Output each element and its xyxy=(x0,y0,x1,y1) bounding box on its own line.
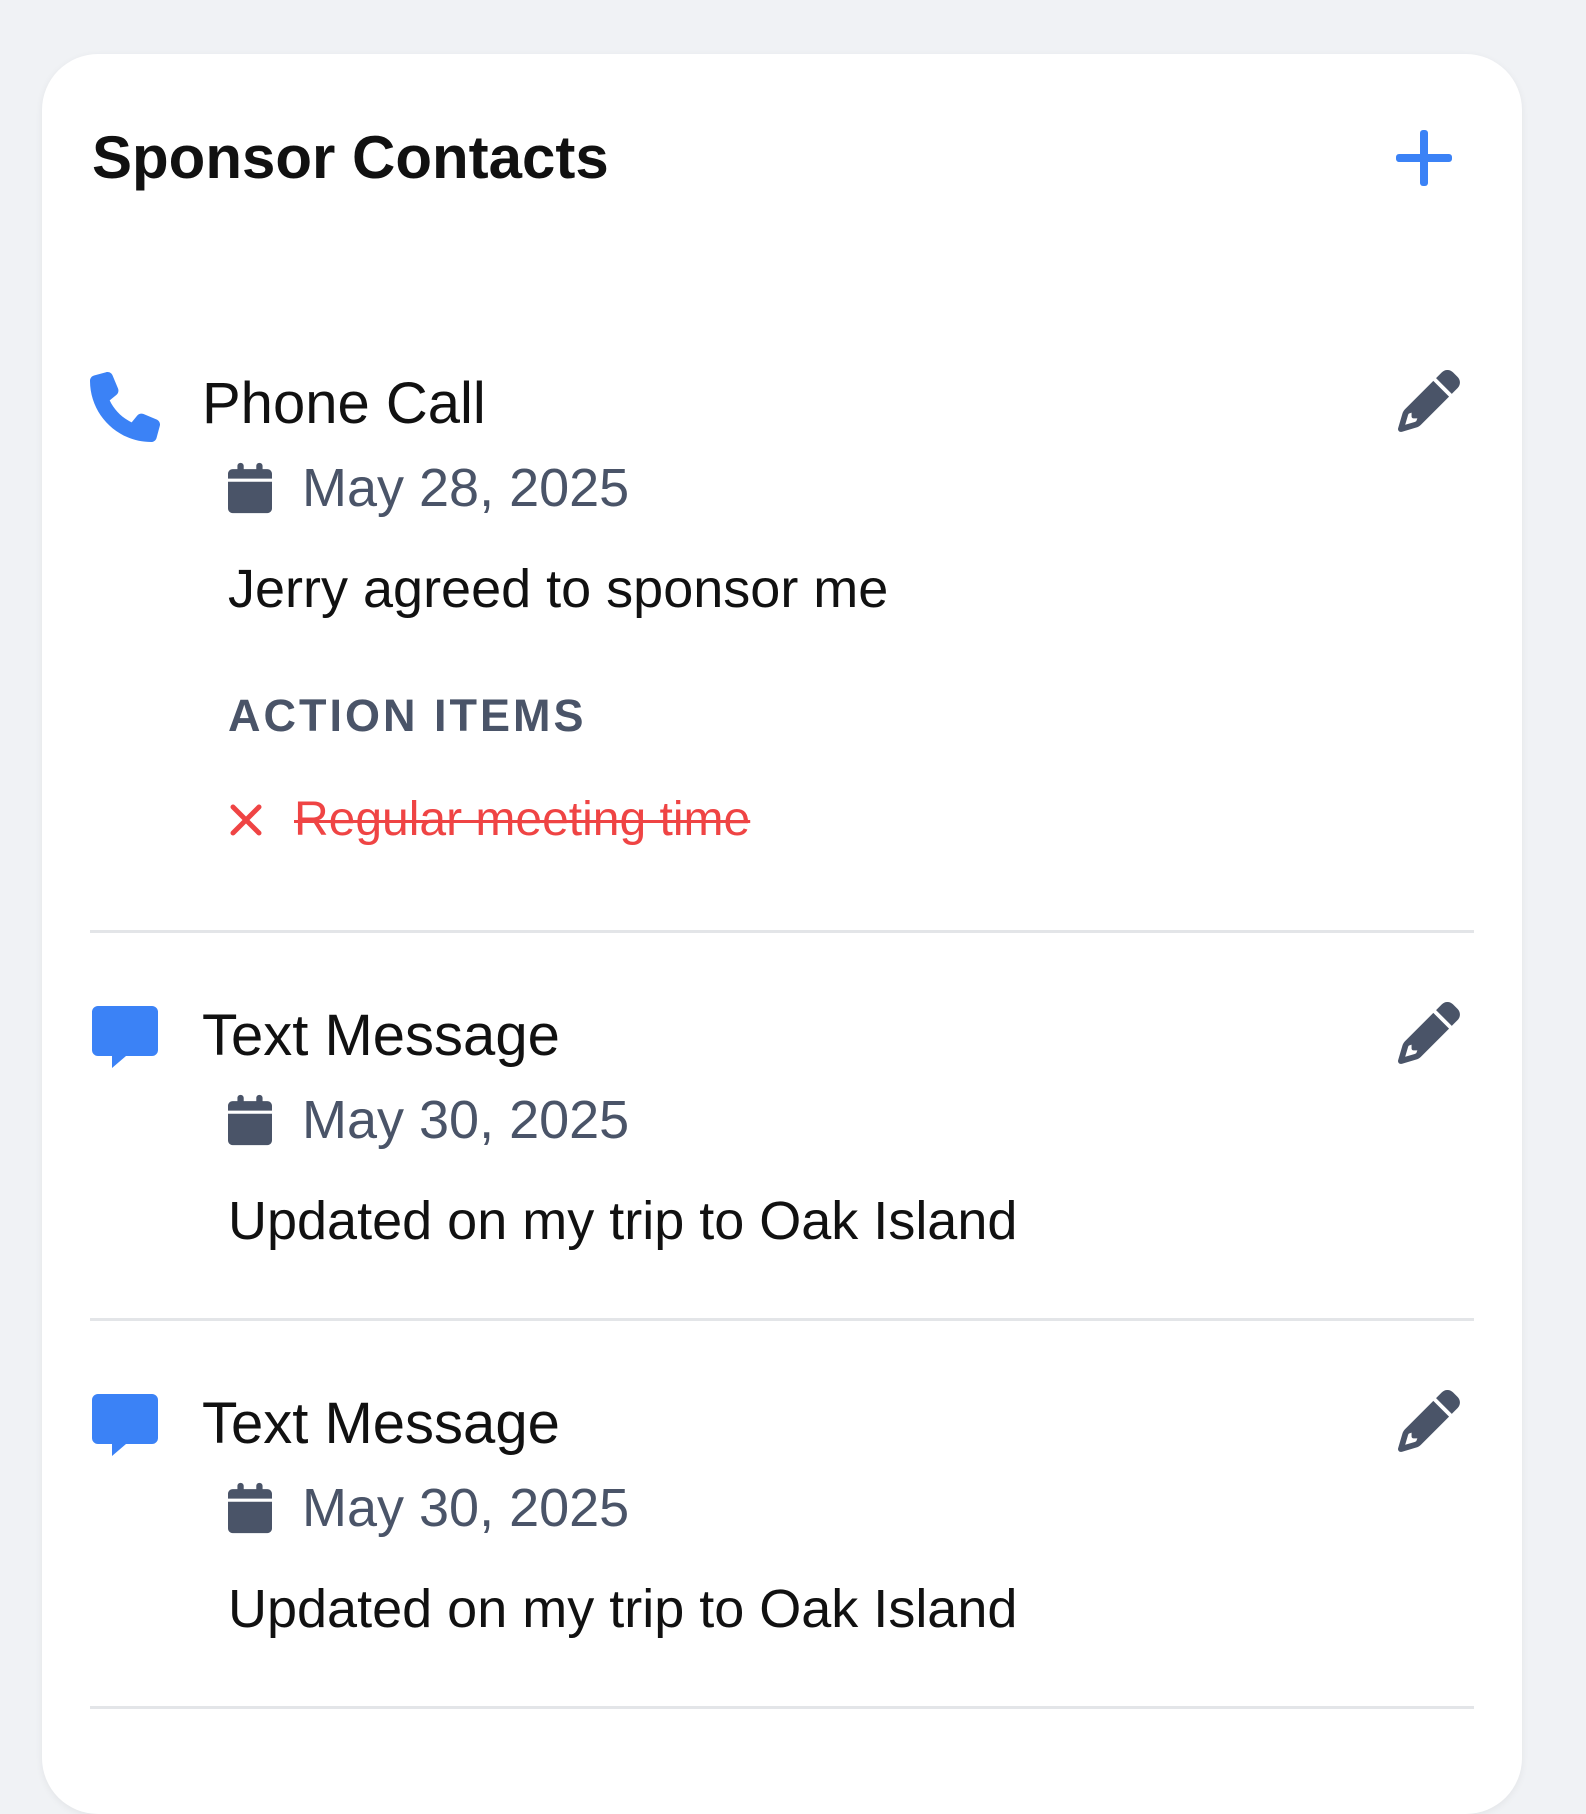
pencil-icon xyxy=(1398,369,1460,432)
x-icon xyxy=(230,804,262,836)
card-header: Sponsor Contacts xyxy=(92,118,1462,198)
contact-date-row: May 28, 2025 xyxy=(228,458,629,518)
contact-date: May 30, 2025 xyxy=(302,1090,630,1150)
sponsor-contacts-card: Sponsor Contacts Phone Call May 28, 2025… xyxy=(42,54,1522,1814)
contact-entry: Phone Call May 28, 2025 Jerry agreed to … xyxy=(90,369,1474,892)
contact-note: Updated on my trip to Oak Island xyxy=(228,1191,1018,1251)
pencil-icon xyxy=(1398,1001,1460,1064)
message-icon xyxy=(92,1394,158,1456)
pencil-icon xyxy=(1398,1389,1460,1452)
contact-entry: Text Message May 30, 2025 Updated on my … xyxy=(90,1001,1474,1251)
contact-date-row: May 30, 2025 xyxy=(228,1090,629,1150)
calendar-icon xyxy=(228,1094,272,1146)
calendar-icon xyxy=(228,1482,272,1534)
contact-date: May 30, 2025 xyxy=(302,1478,630,1538)
contact-note: Updated on my trip to Oak Island xyxy=(228,1579,1018,1639)
phone-icon xyxy=(90,372,160,442)
contact-type: Text Message xyxy=(202,1391,560,1456)
action-item: Regular meeting time xyxy=(228,790,750,850)
contact-entry: Text Message May 30, 2025 Updated on my … xyxy=(90,1389,1474,1639)
divider xyxy=(90,1706,1474,1709)
divider xyxy=(90,1318,1474,1321)
edit-contact-button[interactable] xyxy=(1398,1389,1460,1452)
edit-contact-button[interactable] xyxy=(1398,369,1460,432)
action-item-text: Regular meeting time xyxy=(294,793,751,846)
contact-date-row: May 30, 2025 xyxy=(228,1478,629,1538)
message-icon xyxy=(92,1006,158,1068)
contact-date: May 28, 2025 xyxy=(302,458,630,518)
contact-type: Phone Call xyxy=(202,371,486,436)
contact-note: Jerry agreed to sponsor me xyxy=(228,559,889,619)
divider xyxy=(90,930,1474,933)
plus-icon xyxy=(1396,130,1452,186)
calendar-icon xyxy=(228,462,272,514)
edit-contact-button[interactable] xyxy=(1398,1001,1460,1064)
card-title: Sponsor Contacts xyxy=(92,124,609,191)
action-items-heading: ACTION ITEMS xyxy=(228,690,587,741)
add-contact-button[interactable] xyxy=(1390,124,1458,192)
contact-type: Text Message xyxy=(202,1003,560,1068)
